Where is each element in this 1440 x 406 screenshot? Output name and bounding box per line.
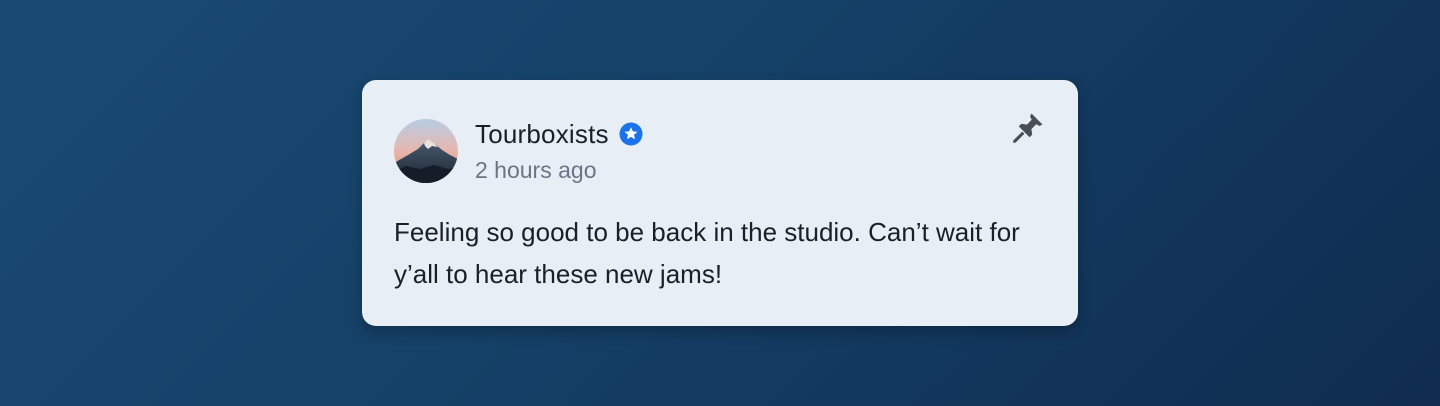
- author-name[interactable]: Tourboxists: [475, 119, 609, 150]
- post-text: Feeling so good to be back in the studio…: [394, 217, 1020, 289]
- pushpin-icon[interactable]: [1010, 110, 1046, 146]
- post-timestamp: 2 hours ago: [475, 157, 597, 183]
- mountain-avatar-image: [394, 119, 458, 183]
- author-avatar[interactable]: [394, 119, 458, 183]
- author-name-row: Tourboxists: [475, 118, 643, 150]
- post-card: Tourboxists 2 hours ago Feeling so good …: [362, 80, 1078, 326]
- verified-star-badge-icon: [619, 122, 643, 146]
